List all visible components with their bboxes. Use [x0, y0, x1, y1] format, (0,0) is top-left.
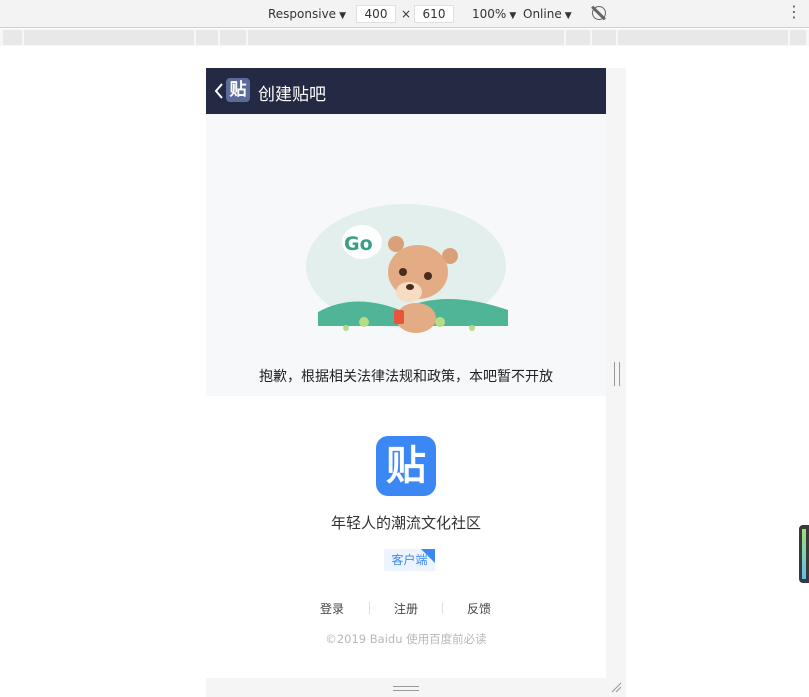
- chevron-down-icon: ▼: [564, 11, 572, 21]
- register-link[interactable]: 注册: [394, 600, 418, 617]
- slogan-text: 年轻人的潮流文化社区: [330, 514, 481, 532]
- tieba-logo-icon: 贴: [226, 78, 250, 102]
- ruler-segment[interactable]: [566, 30, 590, 45]
- more-vert-icon[interactable]: ⋮: [786, 4, 802, 20]
- link-divider: [369, 602, 370, 614]
- page-title: 创建贴吧: [258, 85, 326, 105]
- corner-badge-icon: [421, 549, 435, 563]
- chevron-down-icon: ▼: [509, 11, 517, 21]
- height-resize-handle[interactable]: [393, 686, 419, 691]
- top-navbar: 贴 创建贴吧: [206, 68, 606, 114]
- width-resize-handle[interactable]: [614, 362, 620, 386]
- ruler-segment[interactable]: [3, 30, 22, 45]
- rotate-icon[interactable]: [592, 6, 606, 20]
- zoom-select[interactable]: 100% ▼: [472, 7, 516, 21]
- ruler-segment[interactable]: [24, 30, 194, 45]
- ruler-segment[interactable]: [196, 30, 218, 45]
- bear-illustration: Go: [306, 204, 508, 333]
- chevron-down-icon: ▼: [339, 11, 346, 21]
- copyright-text[interactable]: ©2019 Baidu 使用百度前必读: [206, 631, 606, 647]
- login-link[interactable]: 登录: [320, 600, 344, 617]
- link-divider: [442, 602, 443, 614]
- restriction-message: 抱歉，根据相关法律法规和政策，本吧暂不开放: [259, 369, 553, 385]
- width-input[interactable]: 400: [356, 5, 396, 23]
- ruler-segment[interactable]: [248, 30, 564, 45]
- ruler-segment[interactable]: [790, 30, 806, 45]
- ruler-segment[interactable]: [592, 30, 616, 45]
- notice-section: Go 抱歉，根据相关法律法规和政策，本吧暂不开放: [206, 114, 606, 396]
- side-widget-bar: [802, 529, 806, 579]
- feedback-link[interactable]: 反馈: [467, 600, 491, 617]
- dimension-separator: ×: [401, 7, 412, 21]
- height-input[interactable]: 610: [414, 5, 454, 23]
- devtools-toolbar: Responsive ▼ 400 × 610 100% ▼ Online ▼ ⋮: [0, 0, 809, 28]
- go-bubble-text: Go: [344, 233, 373, 255]
- device-label: Responsive: [268, 7, 337, 21]
- footer-links: 登录 注册 反馈: [206, 600, 606, 618]
- tieba-app-icon[interactable]: 贴: [376, 436, 436, 496]
- ruler-segment[interactable]: [618, 30, 788, 45]
- client-download-button[interactable]: 客户端: [384, 549, 435, 571]
- zoom-label: 100%: [472, 7, 507, 21]
- corner-resize-handle[interactable]: [610, 681, 622, 693]
- network-label: Online: [523, 7, 562, 21]
- device-select[interactable]: Responsive ▼: [268, 7, 346, 21]
- back-arrow-icon[interactable]: [214, 82, 224, 100]
- side-widget-tab[interactable]: [799, 525, 809, 583]
- media-query-ruler: [0, 29, 809, 46]
- network-select[interactable]: Online ▼: [523, 7, 572, 21]
- mobile-viewport: 贴 创建贴吧 Go 抱歉，根据相关法律法规和政策，本吧暂不开放 贴 年轻人的潮流…: [206, 68, 606, 678]
- app-promo-section: 贴 年轻人的潮流文化社区 客户端 登录 注册 反馈 ©2019 Baidu 使用…: [206, 396, 606, 678]
- ruler-segment[interactable]: [220, 30, 246, 45]
